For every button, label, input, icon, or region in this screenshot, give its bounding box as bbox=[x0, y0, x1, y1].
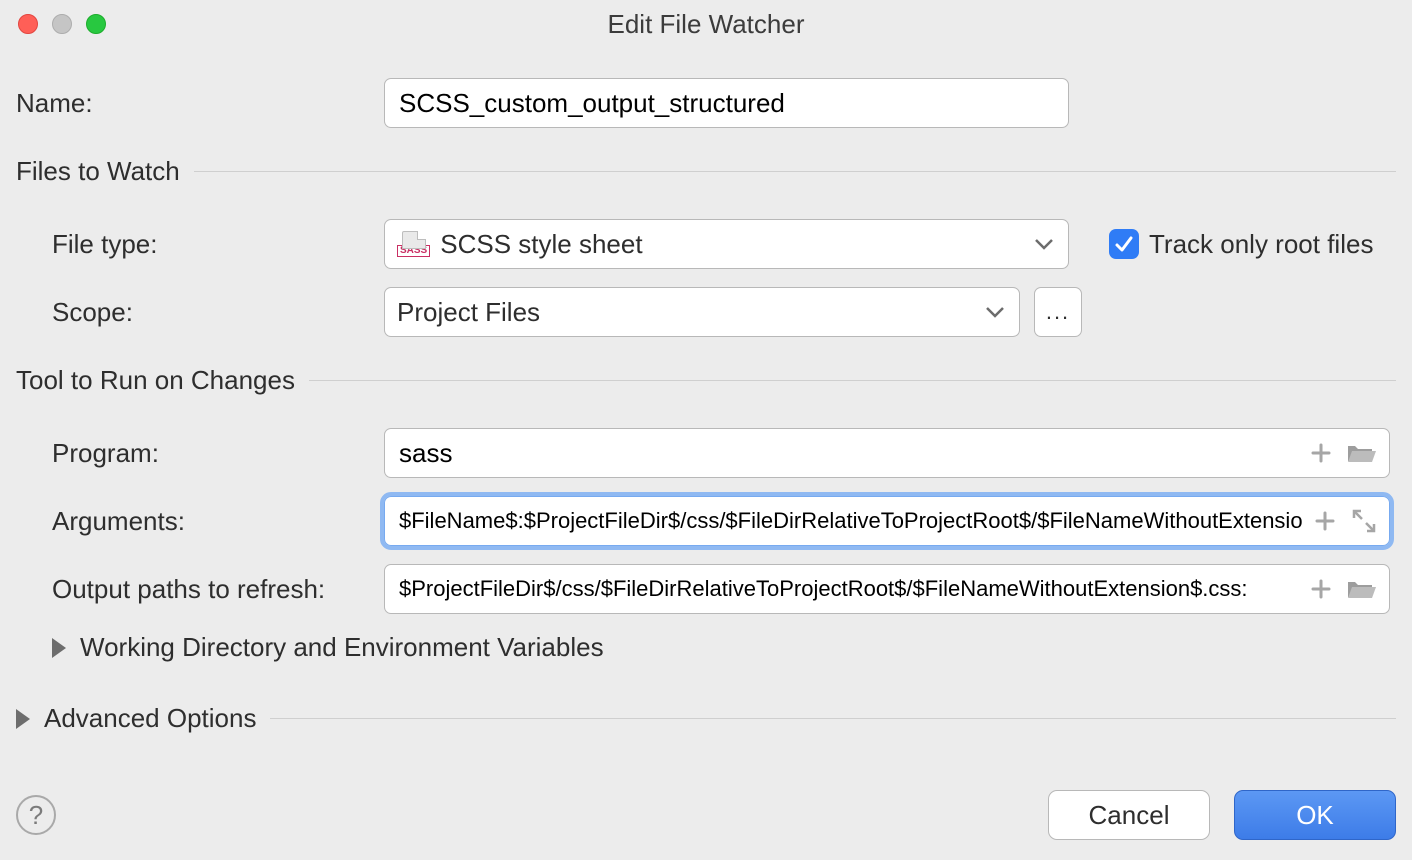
ok-button[interactable]: OK bbox=[1234, 790, 1396, 840]
minimize-window-button[interactable] bbox=[52, 14, 72, 34]
working-dir-disclosure[interactable]: Working Directory and Environment Variab… bbox=[16, 632, 604, 663]
folder-open-icon[interactable] bbox=[1347, 578, 1377, 600]
file-type-select[interactable]: SASS SCSS style sheet bbox=[384, 219, 1069, 269]
arguments-label: Arguments: bbox=[16, 506, 384, 537]
arguments-input-wrap[interactable] bbox=[384, 496, 1390, 546]
name-input-wrap[interactable] bbox=[384, 78, 1069, 128]
name-label: Name: bbox=[16, 88, 384, 119]
scope-browse-button[interactable]: ... bbox=[1034, 287, 1082, 337]
name-input[interactable] bbox=[397, 87, 1056, 120]
chevron-down-icon bbox=[1034, 238, 1054, 250]
scope-select[interactable]: Project Files bbox=[384, 287, 1020, 337]
section-tool-to-run-label: Tool to Run on Changes bbox=[16, 365, 295, 396]
track-root-label: Track only root files bbox=[1149, 229, 1373, 260]
program-input-wrap[interactable] bbox=[384, 428, 1390, 478]
insert-macro-icon[interactable] bbox=[1309, 441, 1333, 465]
program-input[interactable] bbox=[397, 437, 1301, 470]
scope-value: Project Files bbox=[397, 297, 540, 328]
cancel-button[interactable]: Cancel bbox=[1048, 790, 1210, 840]
file-type-value: SCSS style sheet bbox=[440, 229, 642, 260]
window-controls bbox=[18, 14, 106, 34]
output-paths-input-wrap[interactable] bbox=[384, 564, 1390, 614]
track-root-checkbox-wrap[interactable]: Track only root files bbox=[1109, 229, 1373, 260]
triangle-right-icon bbox=[52, 638, 66, 658]
advanced-options-label: Advanced Options bbox=[44, 703, 256, 734]
advanced-options-disclosure[interactable]: Advanced Options bbox=[16, 703, 1396, 734]
section-tool-to-run: Tool to Run on Changes bbox=[16, 365, 1396, 396]
help-button[interactable]: ? bbox=[16, 795, 56, 835]
file-type-label: File type: bbox=[16, 229, 384, 260]
chevron-down-icon bbox=[985, 306, 1005, 318]
output-paths-input[interactable] bbox=[397, 575, 1301, 603]
triangle-right-icon bbox=[16, 709, 30, 729]
maximize-window-button[interactable] bbox=[86, 14, 106, 34]
folder-open-icon[interactable] bbox=[1347, 442, 1377, 464]
titlebar: Edit File Watcher bbox=[0, 0, 1412, 48]
scope-label: Scope: bbox=[16, 297, 384, 328]
program-label: Program: bbox=[16, 438, 384, 469]
insert-macro-icon[interactable] bbox=[1309, 577, 1333, 601]
sass-file-icon: SASS bbox=[397, 231, 430, 257]
insert-macro-icon[interactable] bbox=[1313, 509, 1337, 533]
section-files-to-watch: Files to Watch bbox=[16, 156, 1396, 187]
section-files-to-watch-label: Files to Watch bbox=[16, 156, 180, 187]
close-window-button[interactable] bbox=[18, 14, 38, 34]
window-title: Edit File Watcher bbox=[0, 9, 1412, 40]
track-root-checkbox[interactable] bbox=[1109, 229, 1139, 259]
output-paths-label: Output paths to refresh: bbox=[16, 574, 384, 605]
working-dir-label: Working Directory and Environment Variab… bbox=[80, 632, 604, 663]
arguments-input[interactable] bbox=[397, 507, 1305, 535]
expand-icon[interactable] bbox=[1351, 508, 1377, 534]
